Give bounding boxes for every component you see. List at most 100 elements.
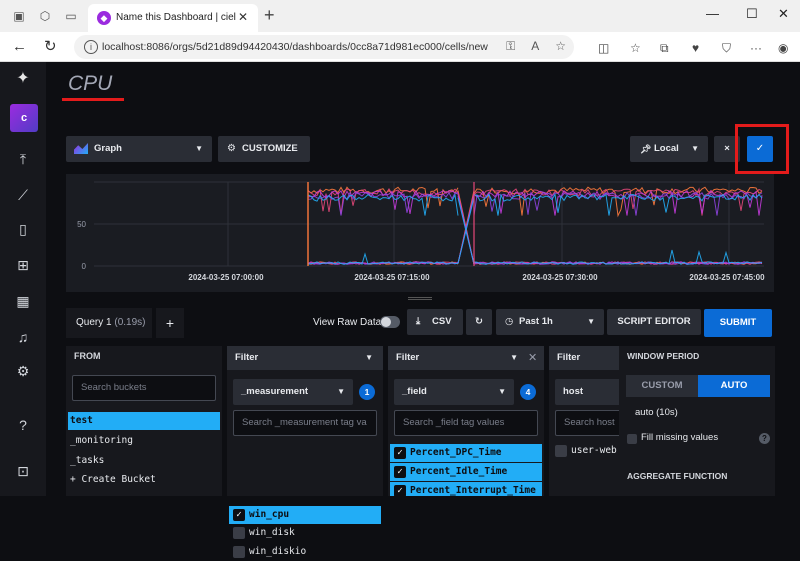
influxdb-logo-icon[interactable]: ✦ (14, 70, 32, 88)
dashboards-icon[interactable]: ⊞ (14, 256, 32, 274)
checkbox-checked-icon: ✓ (394, 466, 406, 478)
collections-bar-icon[interactable]: ⧉ (660, 41, 669, 56)
bucket-item-test[interactable]: test (68, 412, 220, 430)
influxdb-favicon-icon: ◆ (97, 11, 111, 25)
active-browser-tab[interactable]: ◆ Name this Dashboard | ciel | Influ ✕ (88, 4, 258, 32)
gear-icon: ⚙ (227, 143, 236, 154)
auto-window-value: auto (10s) (635, 407, 678, 418)
cell-title[interactable]: CPU (68, 72, 112, 96)
favorites-icon[interactable]: ☆ (630, 41, 641, 55)
resize-handle[interactable] (408, 297, 432, 300)
maximize-icon[interactable]: ☐ (746, 6, 758, 22)
address-bar-row: ← ↻ i localhost:8086/orgs/5d21d89d944204… (0, 32, 800, 62)
checkbox-checked-icon: ✓ (394, 485, 406, 496)
minimize-icon[interactable]: — (706, 6, 719, 21)
fill-missing-checkbox[interactable] (627, 434, 637, 444)
favorite-star-icon[interactable]: ☆ (555, 39, 566, 53)
copilot-icon[interactable]: ◉ (778, 41, 788, 55)
view-type-label: Graph (94, 143, 122, 154)
tag-key-dropdown[interactable]: _measurement ▼ (233, 379, 353, 405)
tag-value-item[interactable]: win_diskio (229, 543, 381, 561)
read-aloud-icon[interactable]: A (531, 39, 539, 53)
query-tab[interactable]: Query 1 (0.19s) (66, 308, 152, 338)
add-query-button[interactable]: + (156, 308, 184, 338)
title-annotation-underline (62, 98, 124, 101)
timezone-dropdown[interactable]: 📌︎ Local ▼ (630, 136, 708, 162)
csv-download-button[interactable]: ⤓ CSV (407, 309, 463, 335)
tag-key-dropdown[interactable]: host (555, 379, 619, 405)
browser-tab-strip: ▣ ⬡ ▭ ◆ Name this Dashboard | ciel | Inf… (0, 0, 800, 32)
host-tag-search-input[interactable]: Search host (555, 410, 619, 436)
tasks-icon[interactable]: ▦ (14, 292, 32, 310)
tag-value-item[interactable]: user-web (551, 442, 619, 460)
window-period-header: WINDOW PERIOD (627, 351, 700, 361)
chevron-down-icon: ▼ (337, 387, 345, 396)
view-type-dropdown[interactable]: Graph ▼ (66, 136, 212, 162)
tag-value-item[interactable]: ✓ Percent_Interrupt_Time (390, 482, 542, 496)
selected-count-badge: 1 (359, 384, 375, 400)
org-avatar[interactable]: c (10, 104, 38, 132)
settings-icon[interactable]: ⚙ (14, 362, 32, 380)
extension-icon[interactable]: ♥ (692, 41, 699, 55)
search-buckets-input[interactable]: Search buckets (72, 375, 216, 401)
collapse-nav-icon[interactable]: ⊡ (14, 462, 32, 480)
tag-value-item[interactable]: ✓ win_cpu (229, 506, 381, 524)
notebooks-icon[interactable]: ▯ (14, 220, 32, 238)
shield-icon[interactable]: ⛉ (722, 41, 731, 56)
tab-actions-icon[interactable]: ▭ (64, 9, 78, 23)
chevron-down-icon: ▼ (365, 353, 373, 362)
pin-icon: 📌︎ (640, 144, 652, 154)
x-tick-label: 2024-03-25 07:00:00 (188, 273, 264, 282)
bucket-item-monitoring[interactable]: _monitoring (68, 432, 220, 450)
alerts-icon[interactable]: ♫ (14, 328, 32, 346)
filter-function-dropdown[interactable]: Filter (549, 346, 619, 370)
help-icon[interactable]: ? (14, 416, 32, 434)
window-close-icon[interactable]: ✕ (778, 6, 789, 22)
bucket-item-tasks[interactable]: _tasks (68, 452, 220, 470)
x-tick-label: 2024-03-25 07:30:00 (522, 273, 598, 282)
window-custom-toggle[interactable]: CUSTOM (626, 375, 698, 397)
more-options-icon[interactable]: ··· (750, 41, 762, 55)
chevron-down-icon: ▼ (195, 144, 203, 153)
window-auto-toggle[interactable]: AUTO (698, 375, 770, 397)
x-tick-label: 2024-03-25 07:45:00 (689, 273, 765, 282)
y-tick-label: 50 (77, 220, 86, 229)
refresh-query-button[interactable]: ↻ (466, 309, 492, 335)
chevron-down-icon: ▼ (587, 317, 595, 326)
collections-icon[interactable]: ⬡ (38, 9, 52, 23)
split-screen-icon[interactable]: ◫ (598, 41, 609, 55)
checkbox-checked-icon: ✓ (394, 447, 406, 459)
from-header: FROM (74, 351, 101, 361)
tag-value-item[interactable]: ✓ Percent_DPC_Time (390, 444, 542, 462)
window-period-panel: WINDOW PERIOD CUSTOM AUTO auto (10s) Fil… (619, 346, 775, 496)
load-data-icon[interactable]: ⤒ (14, 150, 32, 168)
tag-value-item[interactable]: ✓ Percent_Idle_Time (390, 463, 542, 481)
measurement-tag-search-input[interactable]: Search _measurement tag va (233, 410, 377, 436)
back-icon[interactable]: ← (12, 39, 27, 55)
data-explorer-icon[interactable]: ⟋ (14, 186, 32, 204)
series-line-high (307, 191, 763, 265)
refresh-page-icon[interactable]: ↻ (44, 39, 57, 55)
site-info-icon[interactable]: i (84, 40, 98, 54)
tab-title: Name this Dashboard | ciel | Influ (116, 12, 236, 23)
script-editor-button[interactable]: SCRIPT EDITOR (607, 309, 701, 335)
tab-close-icon[interactable]: ✕ (238, 10, 248, 24)
submit-button[interactable]: SUBMIT (704, 309, 772, 337)
new-tab-icon[interactable]: + (264, 6, 275, 24)
time-range-dropdown[interactable]: ◷ Past 1h ▼ (496, 309, 604, 335)
url-text: localhost:8086/orgs/5d21d89d94420430/das… (102, 41, 488, 53)
chevron-down-icon: ▼ (691, 144, 699, 153)
fill-missing-label: Fill missing values (641, 432, 719, 443)
help-question-icon[interactable]: ? (759, 433, 770, 444)
graph-panel[interactable]: 50 0 2024-03-25 07:00:00 2024-03-25 07:15:0… (66, 174, 774, 292)
view-raw-data-toggle[interactable] (380, 316, 400, 328)
workspaces-icon[interactable]: ▣ (12, 9, 26, 23)
tag-value-item[interactable]: win_disk (229, 524, 381, 542)
address-bar[interactable]: i localhost:8086/orgs/5d21d89d94420430/d… (74, 35, 574, 59)
create-bucket-item[interactable]: + Create Bucket (68, 471, 220, 489)
filter-function-dropdown[interactable]: Filter ▼ (227, 346, 383, 370)
clock-icon: ◷ (505, 316, 514, 327)
customize-button[interactable]: ⚙ CUSTOMIZE (218, 136, 310, 162)
view-raw-data-label: View Raw Data (313, 317, 382, 328)
key-icon[interactable]: ⚿ (506, 39, 515, 53)
